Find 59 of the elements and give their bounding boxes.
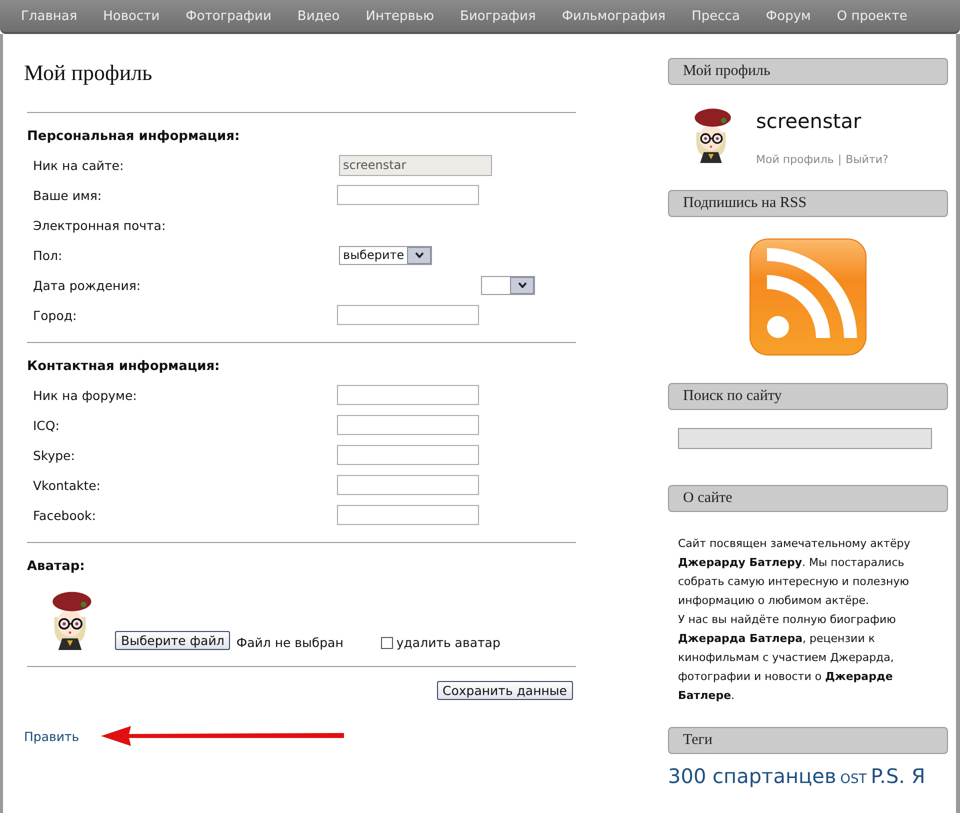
widget-header: Теги [668,727,948,754]
logout-link[interactable]: Выйти? [846,153,888,166]
field-label: Skype: [32,448,76,462]
save-button[interactable]: Сохранить данные [436,681,573,700]
separator: | [838,153,842,166]
widget-header: Подпишись на RSS [668,190,948,217]
page-title: Мой профиль [24,60,154,86]
field-label: Ник на сайте: [32,158,125,172]
nav-link[interactable]: Форум [752,8,824,24]
search-field[interactable] [678,428,932,449]
nav-link[interactable]: Пресса [678,8,753,24]
section-heading: Персональная информация: [27,129,240,144]
nav-link[interactable]: Интервью [352,8,448,24]
widget-header: Поиск по сайту [668,383,948,410]
username: screenstar [756,109,862,133]
widget-header: О сайте [668,485,948,512]
tag-link[interactable]: OST [840,772,867,787]
nav-link[interactable]: Видео [284,8,353,24]
text-field[interactable] [337,505,479,525]
file-status: Файл не выбран [236,635,344,650]
field-label: ICQ: [32,418,60,432]
edit-link[interactable]: Править [24,728,80,744]
text-field[interactable] [337,185,479,205]
about-text: У нас вы найдёте полную биографию Джерарда Батлера, рецензии к кинофильмам с участием Джерарда, фотографии и новости о Джерарде Батлере. [678,612,897,704]
choose-file-button[interactable]: Выберите файл [115,631,230,650]
checkbox-label: удалить аватар [396,635,500,650]
rss-icon[interactable] [748,237,868,357]
tag-link[interactable]: P.S. Я [870,764,926,788]
profile-link[interactable]: Мой профиль [756,153,834,166]
text-field[interactable] [337,385,479,405]
field-label: Электронная почта: [32,218,167,232]
field-label: Vkontakte: [32,478,102,492]
nav-link[interactable]: Главная [8,8,90,24]
text-field[interactable] [337,305,479,325]
text-field[interactable] [337,415,479,435]
nav-link[interactable]: О проекте [824,8,920,24]
field-label: Дата рождения: [32,278,142,292]
nav-link[interactable]: Новости [90,8,173,24]
field-label: Ник на форуме: [32,388,138,402]
text-field[interactable] [337,475,479,495]
nav-link[interactable]: Биография [447,8,549,24]
field-label: Город: [32,308,78,322]
section-heading: Аватар: [27,559,85,574]
nav-link[interactable]: Фотографии [172,8,284,24]
widget-header: Мой профиль [668,58,948,85]
dropdown[interactable] [481,276,535,294]
dropdown[interactable]: выберите [339,246,432,264]
about-text: Сайт посвящен замечательному актёру Джерарду Батлеру. Мы постарались собрать самую интересную и полезную информацию о любимом актёре. [678,536,912,609]
field-label: Пол: [32,248,64,262]
field-label: Ваше имя: [32,188,103,202]
delete-avatar-checkbox[interactable] [381,636,394,648]
field-label: Facebook: [32,508,97,522]
nav-link[interactable]: Фильмография [548,8,679,24]
section-heading: Контактная информация: [27,359,220,374]
chevron-down-icon [518,282,526,288]
nickname-field: screenstar [339,154,492,176]
chevron-down-icon [414,252,424,258]
text-field[interactable] [337,445,479,465]
tag-link[interactable]: 300 спартанцев [668,764,836,788]
